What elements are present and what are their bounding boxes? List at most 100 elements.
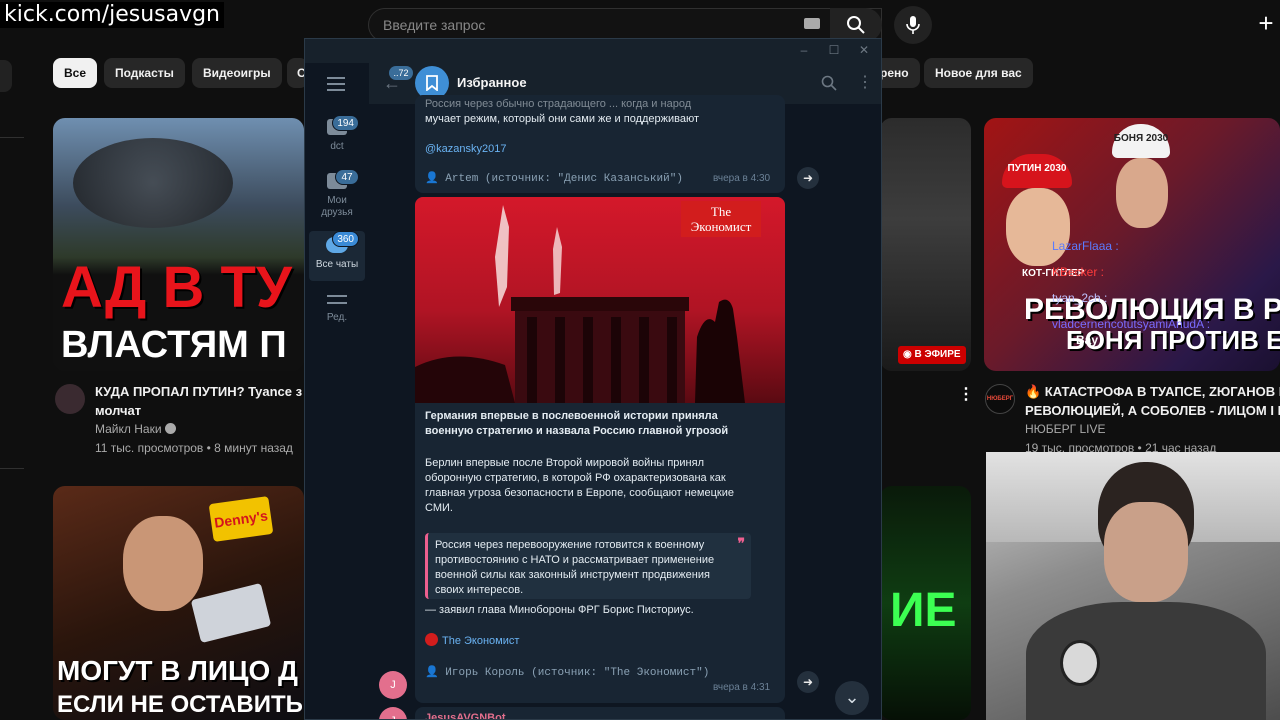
chat-title[interactable]: Избранное <box>457 75 527 90</box>
sidebar-edge[interactable] <box>0 60 12 92</box>
close-icon[interactable]: ✕ <box>857 43 871 57</box>
forward-button[interactable]: ➜ <box>797 671 819 693</box>
chat-user: tyan_2ch : <box>1052 291 1108 305</box>
message-text: мучает режим, который они сами же и подд… <box>425 113 700 125</box>
forward-source[interactable]: 👤 Artem (источник: "Денис Казанський") <box>425 171 683 185</box>
more-options-icon[interactable]: ⋮ <box>857 73 873 93</box>
bookmark-icon <box>426 75 438 91</box>
thumb-text: МОГУТ В ЛИЦО Д <box>57 655 299 686</box>
cam-microphone <box>1060 640 1100 686</box>
channel-name[interactable]: НЮБЕРГ LIVE <box>1025 420 1106 439</box>
stream-chat-overlay: LazarFlaaa : KBecker : tyan_2ch : vladce… <box>1052 240 1210 346</box>
back-unread-badge: ..72 <box>389 66 413 80</box>
folder-label: Мои друзья <box>321 195 353 218</box>
search-icon[interactable] <box>821 75 837 96</box>
quote-text: противостоянию с НАТО и рассматривает пр… <box>435 554 715 566</box>
folder-my-friends[interactable]: 47 Мои друзья <box>309 169 365 221</box>
video-thumbnail[interactable]: Denny's МОГУТ В ЛИЦО Д ЕСЛИ НЕ ОСТАВИТЬ … <box>53 486 304 720</box>
chip-all[interactable]: Все <box>53 58 98 88</box>
message-headline: военную стратегию и назвала Россию главн… <box>425 425 729 437</box>
unread-badge: 194 <box>332 115 359 131</box>
thumb-text: ЕСЛИ НЕ ОСТАВИТЬ Ч <box>57 691 304 718</box>
menu-icon[interactable] <box>327 77 345 91</box>
sender-name[interactable]: JesusAVGNBot <box>425 711 505 719</box>
message-image[interactable]: The Экономист <box>415 197 785 403</box>
search-button[interactable] <box>830 8 882 42</box>
sender-avatar[interactable]: J <box>379 671 407 699</box>
thumb-text: АД В ТУ <box>61 255 292 320</box>
chat-user: vladcernencotutsyamiAnudA : <box>1052 317 1211 331</box>
message-text: Берлин впервые после Второй мировой войн… <box>425 457 705 469</box>
message-text: оборонную стратегию, в которой РФ охарак… <box>425 472 726 484</box>
scroll-down-button[interactable]: ⌄ <box>835 681 869 715</box>
thumb-text: ИЕ <box>890 584 957 637</box>
sidebar-divider <box>0 468 24 469</box>
video-thumbnail[interactable]: ◉ В ЭФИРЕ <box>880 118 971 371</box>
tablet-image <box>190 582 272 644</box>
telegram-window: – ☐ ✕ 194 dct 47 Мои друзья 360 Все чаты <box>304 38 882 720</box>
message-time: вчера в 4:31 <box>713 682 771 693</box>
message-text: Россия через обычно страдающего ... когд… <box>425 98 692 110</box>
quote-text: своих интересов. <box>435 584 524 596</box>
message-bubble[interactable]: The Экономист Германия впервые в послево… <box>415 197 785 703</box>
chip-podcasts[interactable]: Подкасты <box>104 58 185 88</box>
message-text: — заявил глава Минобороны ФРГ Борис Пист… <box>425 604 694 616</box>
channel-avatar[interactable] <box>55 384 85 414</box>
thumb-cap: БОНЯ 2030 <box>1112 124 1170 158</box>
channel-logo-icon <box>425 633 438 646</box>
video-meta: 11 тыс. просмотров • 8 минут назад <box>95 441 293 455</box>
folder-edit[interactable]: Ред. <box>309 291 365 331</box>
folder-label: Ред. <box>326 312 348 323</box>
more-options-icon[interactable]: ⋮ <box>958 384 974 404</box>
smoke-cloud <box>73 138 233 228</box>
minimize-icon[interactable]: – <box>797 43 811 57</box>
forward-source[interactable]: 👤 Игорь Король (источник: "The Экономист… <box>425 665 709 679</box>
folder-all-chats[interactable]: 360 Все чаты <box>309 231 365 281</box>
mention-link[interactable]: @kazansky2017 <box>425 142 507 157</box>
sender-avatar[interactable]: J <box>379 707 407 719</box>
channel-link[interactable]: The Экономист <box>425 633 519 649</box>
video-thumbnail[interactable]: ПУТИН 2030 БОНЯ 2030 КОТ-ГИТЛЕР РЕВОЛЮЦИ… <box>984 118 1280 371</box>
video-title[interactable]: молчат <box>95 401 141 420</box>
person-face <box>123 516 203 611</box>
sidebar-divider <box>0 137 24 138</box>
quote-text: военной силы как законный инструмент про… <box>435 569 710 581</box>
channel-avatar[interactable]: НЮБЕРГ <box>985 384 1015 414</box>
quote-icon: ❞ <box>737 535 745 551</box>
video-thumbnail[interactable]: АД В ТУ ВЛАСТЯМ П <box>53 118 304 371</box>
message-bubble[interactable]: JesusAVGNBot <box>415 707 785 719</box>
sliders-icon <box>327 295 347 304</box>
chat-user: LazarFlaaa : <box>1052 239 1119 253</box>
voice-search-button[interactable] <box>894 6 932 44</box>
webcam-overlay <box>986 452 1280 720</box>
verified-icon <box>164 423 176 434</box>
chat-user: KBecker : <box>1052 265 1105 279</box>
video-title[interactable]: 🔥 КАТАСТРОФА В ТУАПСЕ, ZЮГАНОВ П <box>1025 382 1280 401</box>
forward-button[interactable]: ➜ <box>797 167 819 189</box>
dennys-sign: Denny's <box>208 496 274 542</box>
folder-dct[interactable]: 194 dct <box>309 115 365 159</box>
search-icon <box>847 16 865 34</box>
create-button[interactable]: + <box>1252 10 1280 38</box>
stream-url-overlay: kick.com/jesusavgn <box>0 2 225 28</box>
video-thumbnail[interactable]: ИЕ <box>880 486 971 720</box>
video-title[interactable]: КУДА ПРОПАЛ ПУТИН? Tyance з <box>95 382 305 401</box>
message-bubble[interactable]: Россия через обычно страдающего ... когд… <box>415 95 785 193</box>
logo-line: The <box>710 204 732 219</box>
channel-name-text[interactable]: Майкл Наки <box>95 422 162 436</box>
message-list[interactable]: Россия через обычно страдающего ... когд… <box>369 95 881 719</box>
chip-videogames[interactable]: Видеоигры <box>192 58 282 88</box>
live-badge: ◉ В ЭФИРЕ <box>898 346 966 364</box>
channel-name[interactable]: Майкл Наки <box>95 420 176 439</box>
economist-logo: The Экономист <box>681 201 761 237</box>
maximize-icon[interactable]: ☐ <box>827 43 841 57</box>
chip-new-for-you[interactable]: Новое для вас <box>924 58 1033 88</box>
unread-badge: 47 <box>335 169 359 185</box>
logo-line: Экономист <box>690 219 752 234</box>
keyboard-icon[interactable] <box>804 18 820 29</box>
video-title[interactable]: РЕВОЛЮЦИЕЙ, А СОБОЛЕВ - ЛИЦОМ І М <box>1025 401 1280 420</box>
folder-label: Все чаты <box>315 259 359 270</box>
folder-sidebar: 194 dct 47 Мои друзья 360 Все чаты Ред. <box>305 63 369 719</box>
live-badge-text: В ЭФИРЕ <box>914 349 961 360</box>
channel-link-text[interactable]: The Экономист <box>442 635 519 647</box>
